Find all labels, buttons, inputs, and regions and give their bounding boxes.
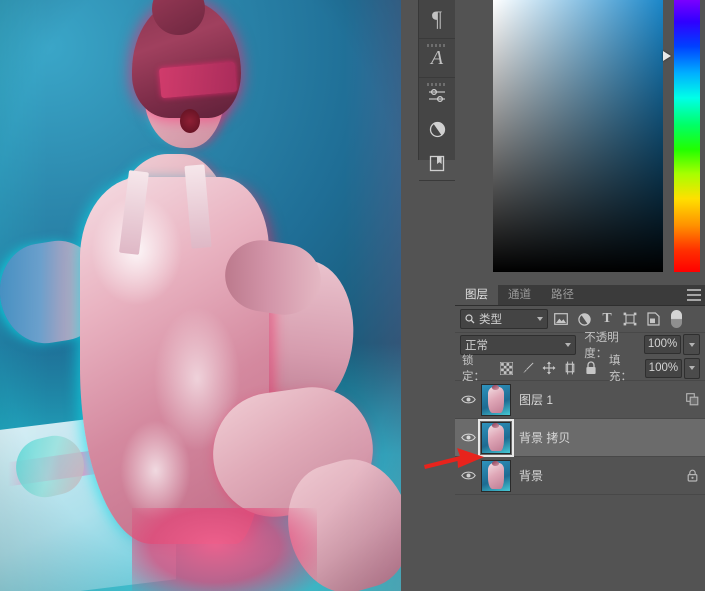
layer-list: 图层 1 背景 拷贝 背景 (455, 381, 705, 577)
character-panel-icon[interactable]: A (419, 39, 455, 77)
layer-filter-row: 类型 T (455, 306, 705, 333)
layer-visibility-icon-3[interactable] (455, 470, 481, 481)
character-glyph: A (430, 47, 444, 69)
blend-mode-value: 正常 (465, 339, 488, 352)
panel-menu-icon[interactable] (687, 289, 701, 301)
photo-image[interactable] (0, 0, 401, 591)
thumb-figure (488, 386, 504, 413)
layer-name: 图层 1 (519, 393, 554, 407)
linked-squares-icon (685, 393, 698, 406)
padlock-badge-icon (687, 469, 697, 482)
opacity-input[interactable]: 100% (643, 335, 682, 354)
libraries-panel-icon[interactable] (419, 146, 455, 180)
lock-row: 锁定： 填充： 100% (455, 355, 705, 383)
lock-position-icon[interactable] (539, 358, 558, 378)
layer-list-empty-area[interactable] (455, 495, 705, 577)
adjustments-panel-icon[interactable] (419, 78, 455, 112)
lock-label: 锁定： (462, 355, 485, 383)
sliders-icon (428, 88, 445, 102)
properties-panel-icon[interactable] (419, 112, 455, 146)
filter-adjustment-layers-icon[interactable] (574, 309, 594, 329)
rail-group-paragraph: ¶ (419, 0, 455, 39)
book-icon (429, 155, 445, 171)
eye-icon-3 (460, 471, 476, 480)
thumb-figure-2 (488, 424, 504, 451)
photo-pink-glow (132, 508, 317, 591)
filter-pixel-layers-icon[interactable] (551, 309, 571, 329)
filter-shape-layers-icon[interactable] (620, 309, 640, 329)
layer-visibility-icon-2[interactable] (455, 432, 481, 443)
fill-stepper[interactable] (683, 357, 701, 379)
canvas-area (0, 0, 411, 591)
smart-object-icon (646, 312, 660, 326)
layer-visibility-icon[interactable] (455, 394, 481, 405)
lock-badge-icon (679, 469, 705, 482)
layers-panel: 图层 通道 路径 类型 T 正常 不透明度： 100% 锁定： 填充： 100%… (455, 285, 705, 591)
panel-tab-bar: 图层 通道 路径 (455, 285, 705, 306)
filter-smart-objects-icon[interactable] (643, 309, 663, 329)
search-icon (465, 314, 475, 324)
opacity-stepper[interactable] (683, 334, 700, 355)
lock-image-pixels-icon[interactable] (518, 358, 537, 378)
filter-kind-dropdown[interactable]: 类型 (460, 309, 548, 329)
layer-name-3: 背景 (519, 469, 544, 483)
toggle-pill (670, 310, 682, 328)
filter-enable-toggle[interactable] (666, 309, 686, 329)
rail-divider-dashes-2 (427, 83, 447, 86)
paragraph-panel-icon[interactable]: ¶ (419, 0, 455, 38)
chevron-down-icon-4 (688, 366, 695, 370)
thumb-figure-3 (488, 462, 504, 489)
type-T-glyph: T (602, 311, 612, 326)
eye-icon-2 (460, 433, 476, 442)
chevron-down-icon-3 (688, 342, 695, 347)
layer-row-2[interactable]: 背景 拷贝 (455, 418, 705, 457)
menu-line-1 (687, 289, 701, 291)
menu-line-3 (687, 299, 701, 301)
tab-layers[interactable]: 图层 (455, 285, 498, 305)
shape-icon (623, 312, 637, 326)
hue-marker-triangle (663, 51, 671, 61)
lock-transparent-pixels-icon[interactable] (497, 358, 516, 378)
layer-row-1[interactable]: 图层 1 (455, 381, 705, 419)
lock-all-icon[interactable] (582, 358, 601, 378)
checkerboard-icon (500, 361, 514, 375)
eye-icon (460, 395, 476, 404)
panel-icon-rail: ¶ A (418, 0, 456, 181)
paragraph-glyph: ¶ (432, 6, 442, 31)
filter-kind-value: 类型 (479, 314, 502, 326)
artboard-icon (565, 361, 575, 375)
smart-object-badge-icon (679, 393, 705, 406)
color-picker-panel (455, 0, 705, 283)
half-circle-icon (429, 121, 445, 137)
image-icon (554, 313, 568, 325)
chevron-down-icon (537, 317, 543, 321)
fill-input[interactable]: 100% (645, 358, 682, 378)
photoshop-window: ¶ A 图层 通道 路径 类型 T 正常 不透明度： 100% 锁定： 填充： … (0, 0, 705, 591)
brush-icon (523, 362, 534, 374)
layer-thumbnail-2[interactable] (478, 418, 514, 457)
half-circle-icon-2 (577, 312, 591, 326)
document-window[interactable] (0, 0, 401, 591)
padlock-icon (586, 361, 597, 374)
rail-divider-dashes (427, 44, 447, 47)
move-icon (542, 361, 556, 375)
layer-thumbnail[interactable] (481, 383, 511, 416)
hue-slider[interactable] (674, 0, 700, 272)
rail-group-panels (419, 78, 455, 181)
layer-thumbnail-3[interactable] (481, 459, 511, 492)
layer-row-3[interactable]: 背景 (455, 457, 705, 495)
hue-slider-marker[interactable] (663, 51, 674, 62)
chevron-down-icon-2 (565, 342, 572, 347)
tab-channels[interactable]: 通道 (498, 285, 541, 305)
filter-type-layers-icon[interactable]: T (597, 309, 617, 329)
saturation-brightness-field[interactable] (493, 0, 663, 272)
tab-paths[interactable]: 路径 (541, 285, 584, 305)
menu-line-2 (687, 294, 701, 296)
layer-name-2: 背景 拷贝 (519, 431, 571, 445)
rail-group-character: A (419, 39, 455, 78)
lock-artboard-nesting-icon[interactable] (561, 358, 580, 378)
fill-label: 填充： (609, 355, 633, 383)
